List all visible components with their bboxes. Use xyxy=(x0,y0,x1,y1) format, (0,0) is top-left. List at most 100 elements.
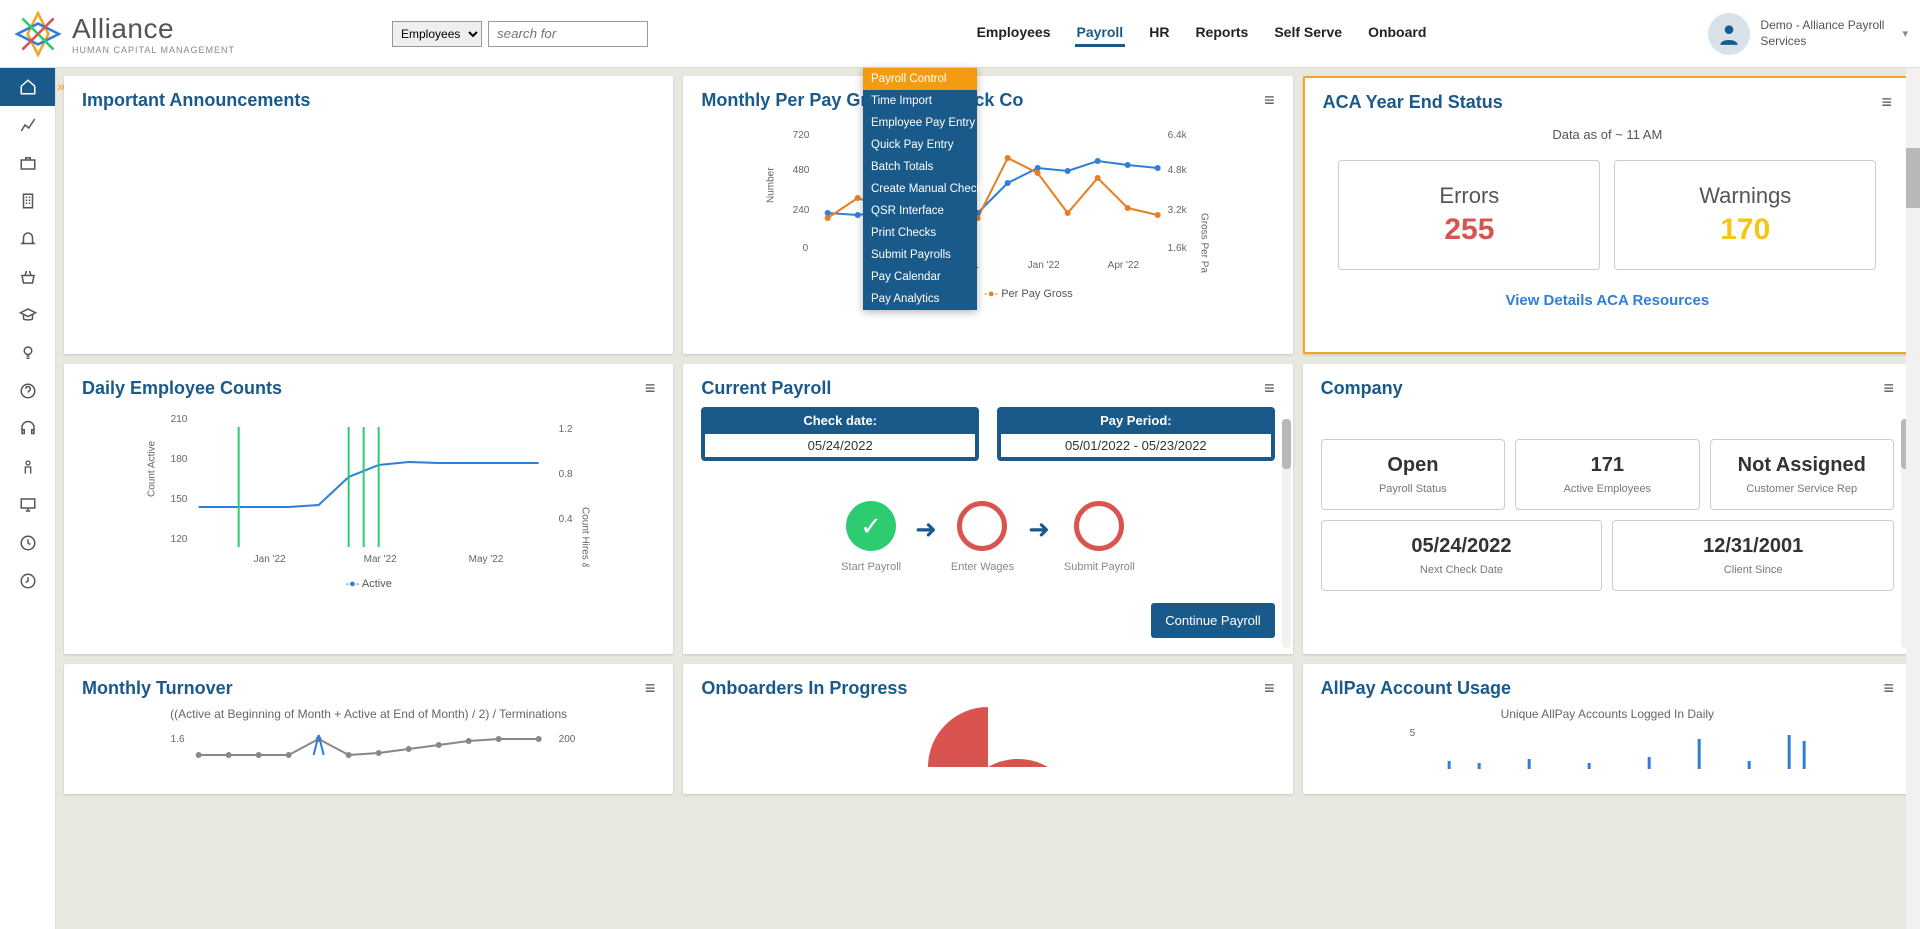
dropdown-item-qsr-interface[interactable]: QSR Interface xyxy=(863,200,977,222)
svg-text:1.6: 1.6 xyxy=(171,734,185,745)
nav-payroll[interactable]: Payroll xyxy=(1075,20,1126,47)
aca-asof: Data as of ~ 11 AM xyxy=(1323,127,1892,142)
tile-client-since[interactable]: 12/31/2001Client Since xyxy=(1612,520,1894,591)
search-block: Employees xyxy=(392,21,648,47)
step-enter-wages[interactable]: Enter Wages xyxy=(951,501,1014,573)
dropdown-item-quick-pay-entry[interactable]: Quick Pay Entry xyxy=(863,134,977,156)
check-icon: ✓ xyxy=(846,501,896,551)
dropdown-item-create-manual-check[interactable]: Create Manual Check xyxy=(863,178,977,200)
monthly-chart: Number Gross Per Pay 7204802400 6.4k4.8k… xyxy=(701,123,1274,273)
search-scope-select[interactable]: Employees xyxy=(392,21,482,47)
svg-text:Apr '22: Apr '22 xyxy=(1108,260,1140,271)
tile-csr[interactable]: Not AssignedCustomer Service Rep xyxy=(1710,439,1894,510)
chevron-down-icon: ▾ xyxy=(1902,27,1908,40)
dropdown-item-pay-calendar[interactable]: Pay Calendar xyxy=(863,266,977,288)
logo: Alliance HUMAN CAPITAL MANAGEMENT xyxy=(12,8,392,60)
pay-period-box: Pay Period: 05/01/2022 - 05/23/2022 xyxy=(997,407,1275,461)
aca-details-link[interactable]: View Details ACA Resources xyxy=(1323,292,1892,309)
panel-title: Company xyxy=(1321,378,1403,399)
panel-monthly-gross: Monthly Per Pay Gross and Check Co ≡ Num… xyxy=(683,76,1292,354)
aca-warnings-tile[interactable]: Warnings 170 xyxy=(1614,160,1876,270)
svg-text:May '22: May '22 xyxy=(469,554,504,565)
svg-text:150: 150 xyxy=(171,494,188,505)
sidebar-notifications[interactable] xyxy=(0,220,55,258)
svg-text:5: 5 xyxy=(1409,728,1415,739)
step-submit-payroll[interactable]: Submit Payroll xyxy=(1064,501,1135,573)
hamburger-icon[interactable]: ≡ xyxy=(1883,378,1894,399)
svg-text:Count Active: Count Active xyxy=(147,440,158,497)
nav-self-serve[interactable]: Self Serve xyxy=(1272,20,1344,47)
dropdown-item-print-checks[interactable]: Print Checks xyxy=(863,222,977,244)
panel-company: Company ≡ OpenPayroll Status 171Active E… xyxy=(1303,364,1912,654)
panel-announcements: Important Announcements xyxy=(64,76,673,354)
sidebar: » xyxy=(0,68,56,929)
nav-reports[interactable]: Reports xyxy=(1193,20,1250,47)
nav-onboard[interactable]: Onboard xyxy=(1366,20,1428,47)
sidebar-help[interactable] xyxy=(0,372,55,410)
panel-title: Onboarders In Progress xyxy=(701,678,907,699)
sidebar-monitor[interactable] xyxy=(0,486,55,524)
sidebar-person[interactable] xyxy=(0,448,55,486)
svg-text:0: 0 xyxy=(803,243,809,254)
svg-text:120: 120 xyxy=(171,534,188,545)
hamburger-icon[interactable]: ≡ xyxy=(1881,92,1892,113)
tile-active-employees[interactable]: 171Active Employees xyxy=(1515,439,1699,510)
svg-text:Jan '22: Jan '22 xyxy=(254,554,286,565)
sidebar-ideas[interactable] xyxy=(0,334,55,372)
sidebar-education[interactable] xyxy=(0,296,55,334)
logo-name: Alliance xyxy=(72,13,235,45)
aca-errors-tile[interactable]: Errors 255 xyxy=(1338,160,1600,270)
svg-text:Number: Number xyxy=(766,167,777,203)
tile-next-check-date[interactable]: 05/24/2022Next Check Date xyxy=(1321,520,1603,591)
svg-text:210: 210 xyxy=(171,414,188,425)
hamburger-icon[interactable]: ≡ xyxy=(645,678,656,699)
arrow-icon: ➜ xyxy=(915,514,937,545)
payroll-dropdown: Payroll Control Time Import Employee Pay… xyxy=(863,68,977,310)
hamburger-icon[interactable]: ≡ xyxy=(1264,678,1275,699)
dropdown-item-payroll-control[interactable]: Payroll Control xyxy=(863,68,977,90)
arrow-icon: ➜ xyxy=(1028,514,1050,545)
svg-text:3.2k: 3.2k xyxy=(1168,205,1188,216)
sidebar-basket[interactable] xyxy=(0,258,55,296)
panel-allpay-usage: AllPay Account Usage ≡ Unique AllPay Acc… xyxy=(1303,664,1912,794)
legend-gross: Per Pay Gross xyxy=(984,288,1073,300)
tile-payroll-status[interactable]: OpenPayroll Status xyxy=(1321,439,1505,510)
sidebar-briefcase[interactable] xyxy=(0,144,55,182)
continue-payroll-button[interactable]: Continue Payroll xyxy=(1151,603,1274,638)
step-start-payroll[interactable]: ✓ Start Payroll xyxy=(841,501,901,573)
sidebar-analytics[interactable] xyxy=(0,106,55,144)
dropdown-item-submit-payrolls[interactable]: Submit Payrolls xyxy=(863,244,977,266)
hamburger-icon[interactable]: ≡ xyxy=(645,378,656,399)
hamburger-icon[interactable]: ≡ xyxy=(1883,678,1894,699)
top-nav: Employees Payroll HR Reports Self Serve … xyxy=(975,20,1429,47)
sidebar-clock[interactable] xyxy=(0,524,55,562)
scrollbar[interactable] xyxy=(1282,419,1291,648)
usage-chart: 5 xyxy=(1321,721,1894,771)
circle-icon xyxy=(957,501,1007,551)
sidebar-home[interactable]: » xyxy=(0,68,55,106)
panel-current-payroll: Current Payroll ≡ Check date: 05/24/2022… xyxy=(683,364,1292,654)
content-scrollbar[interactable] xyxy=(1906,68,1920,929)
sidebar-building[interactable] xyxy=(0,182,55,220)
dropdown-item-pay-analytics[interactable]: Pay Analytics xyxy=(863,288,977,310)
svg-text:Jan '22: Jan '22 xyxy=(1028,260,1060,271)
search-input[interactable] xyxy=(488,21,648,47)
hamburger-icon[interactable]: ≡ xyxy=(1264,90,1275,111)
app-header: Alliance HUMAN CAPITAL MANAGEMENT Employ… xyxy=(0,0,1920,68)
nav-employees[interactable]: Employees xyxy=(975,20,1053,47)
svg-text:Count Hires & Terms: Count Hires & Terms xyxy=(580,507,591,567)
svg-text:240: 240 xyxy=(793,205,810,216)
hamburger-icon[interactable]: ≡ xyxy=(1264,378,1275,399)
onboard-pie xyxy=(928,707,1048,767)
dropdown-item-employee-pay-entry[interactable]: Employee Pay Entry xyxy=(863,112,977,134)
svg-text:Mar '22: Mar '22 xyxy=(364,554,397,565)
sidebar-support[interactable] xyxy=(0,410,55,448)
user-line1: Demo - Alliance Payroll xyxy=(1760,18,1884,34)
dropdown-item-time-import[interactable]: Time Import xyxy=(863,90,977,112)
panel-title: Current Payroll xyxy=(701,378,831,399)
sidebar-history[interactable] xyxy=(0,562,55,600)
panel-title: Monthly Turnover xyxy=(82,678,233,699)
user-menu[interactable]: Demo - Alliance Payroll Services ▾ xyxy=(1708,13,1908,55)
dropdown-item-batch-totals[interactable]: Batch Totals xyxy=(863,156,977,178)
nav-hr[interactable]: HR xyxy=(1147,20,1171,47)
